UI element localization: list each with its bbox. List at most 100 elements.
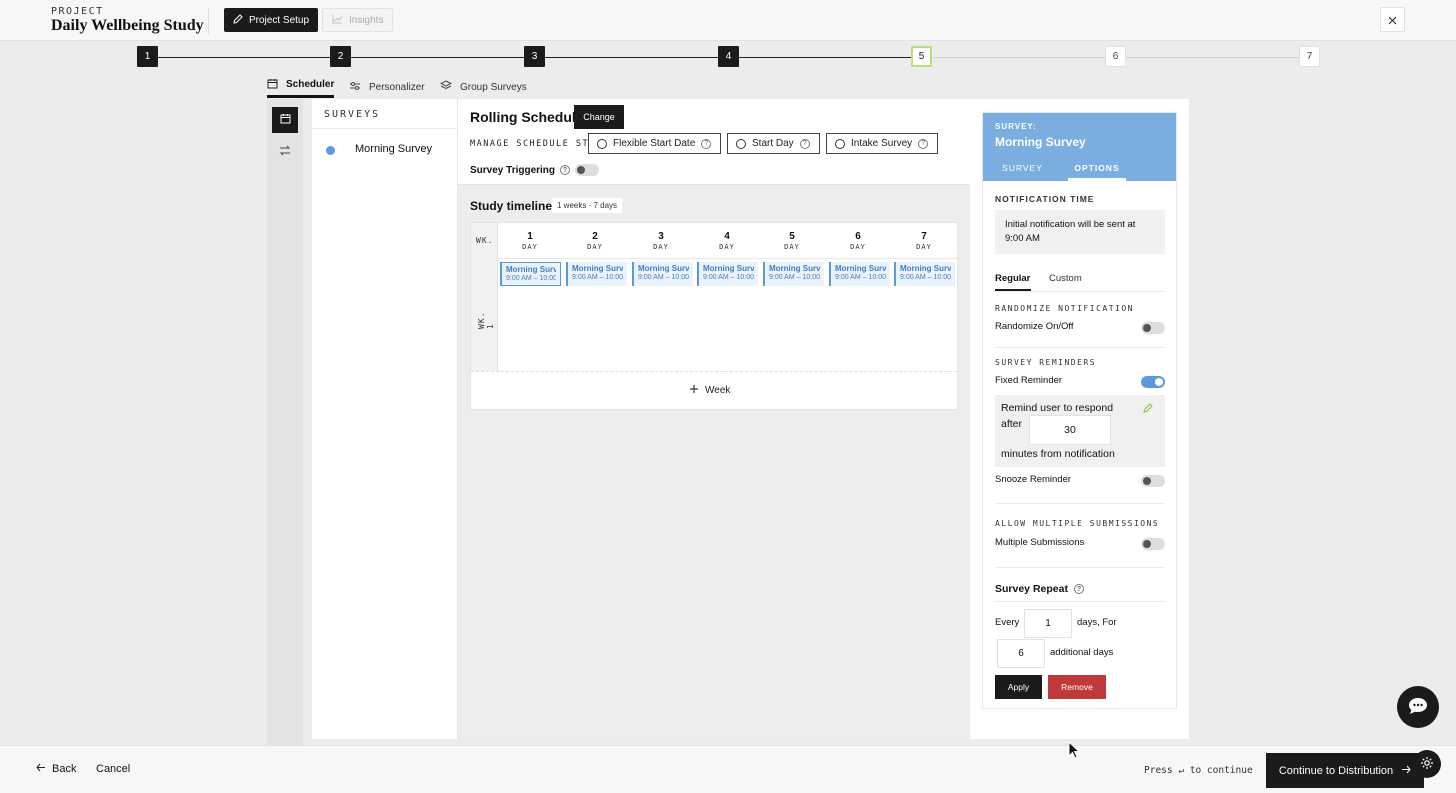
fixed-reminder-toggle[interactable]: [1141, 376, 1165, 388]
close-button[interactable]: [1380, 7, 1405, 32]
survey-triggering-label: Survey Triggering: [470, 164, 556, 176]
step-3[interactable]: 3: [524, 46, 545, 67]
tab-survey[interactable]: SURVEY: [995, 163, 1050, 181]
step-6[interactable]: 6: [1105, 46, 1126, 67]
change-schedule-button[interactable]: Change: [574, 105, 624, 129]
schedule-slot[interactable]: Morning Survey9:00 AM – 10:00 AM: [632, 262, 693, 286]
step-5[interactable]: 5: [911, 46, 932, 67]
project-name: Daily Wellbeing Study: [51, 17, 204, 34]
help-icon[interactable]: ?: [701, 138, 712, 149]
swap-icon: [279, 145, 291, 159]
step-7[interactable]: 7: [1299, 46, 1320, 67]
help-icon[interactable]: ?: [1073, 584, 1084, 594]
day-header: 4 DAY: [719, 231, 735, 251]
tab-custom[interactable]: Custom: [1049, 273, 1082, 284]
calendar-icon: [280, 113, 291, 127]
step-connector: [158, 57, 330, 58]
survey-item-morning[interactable]: Morning Survey: [355, 143, 432, 155]
calendar-icon: [267, 78, 278, 92]
multiple-submissions-toggle[interactable]: [1141, 538, 1165, 550]
divider: [995, 503, 1165, 504]
survey-label: SURVEY:: [995, 122, 1037, 131]
snooze-reminder-label: Snooze Reminder: [995, 474, 1072, 485]
repeat-every-input[interactable]: 1: [1024, 609, 1072, 638]
chat-button[interactable]: [1397, 686, 1439, 728]
radio-start-day[interactable]: Start Day ?: [727, 133, 820, 154]
survey-triggering-toggle[interactable]: [575, 164, 600, 176]
schedule-panel: Rolling Schedule Change MANAGE SCHEDULE …: [458, 99, 970, 739]
step-connector: [933, 57, 1105, 58]
step-2[interactable]: 2: [330, 46, 351, 67]
every-label: Every: [995, 617, 1020, 628]
edit-icon[interactable]: [1143, 403, 1153, 416]
remind-text: Remind user to respond: [1001, 402, 1114, 414]
top-header: PROJECT Daily Wellbeing Study Project Se…: [0, 0, 1456, 41]
back-button[interactable]: Back: [36, 763, 76, 775]
schedule-slot[interactable]: Morning Survey9:00 AM – 10:00 AM: [566, 262, 627, 286]
help-icon[interactable]: ?: [799, 138, 810, 149]
surveys-panel: SURVEYS Morning Survey: [312, 99, 458, 739]
apply-button[interactable]: Apply: [995, 675, 1042, 699]
randomize-section-label: RANDOMIZE NOTIFICATION: [995, 304, 1134, 313]
help-icon[interactable]: ?: [560, 165, 571, 175]
tab-group-surveys[interactable]: Group Surveys: [439, 76, 527, 98]
plus-icon: [689, 384, 699, 397]
day-header: 7 DAY: [916, 231, 932, 251]
additional-days-input[interactable]: 6: [997, 639, 1045, 668]
schedule-settings: Rolling Schedule Change MANAGE SCHEDULE …: [458, 99, 970, 185]
additional-days-label: additional days: [1050, 647, 1114, 658]
day-header: 6 DAY: [850, 231, 866, 251]
schedule-title: Rolling Schedule: [470, 109, 584, 125]
layers-icon: [439, 80, 453, 94]
chat-bubble-icon: [1408, 697, 1428, 718]
settings-button[interactable]: [1413, 750, 1441, 778]
schedule-slot[interactable]: Morning Survey9:00 AM – 10:00 AM: [894, 262, 955, 286]
radio-flexible-start-date[interactable]: Flexible Start Date ?: [588, 133, 721, 154]
radio-circle-icon: [597, 138, 607, 149]
back-label: Back: [52, 763, 77, 775]
add-week-button[interactable]: Week: [689, 384, 730, 397]
tab-group-surveys-label: Group Surveys: [460, 81, 527, 93]
help-icon[interactable]: ?: [918, 138, 929, 149]
tab-insights[interactable]: Insights: [322, 8, 394, 32]
tab-options[interactable]: OPTIONS: [1068, 163, 1126, 181]
step-connector: [545, 57, 718, 58]
randomize-toggle[interactable]: [1141, 322, 1165, 334]
multiple-section-label: ALLOW MULTIPLE SUBMISSIONS: [995, 519, 1160, 528]
step-1[interactable]: 1: [137, 46, 158, 67]
radio-intake-survey[interactable]: Intake Survey ?: [826, 133, 938, 154]
tab-regular[interactable]: Regular: [995, 273, 1031, 292]
cancel-button[interactable]: Cancel: [96, 763, 130, 775]
options-panel: SURVEY: Morning Survey SURVEY OPTIONS NO…: [970, 99, 1189, 739]
step-connector: [351, 57, 524, 58]
days-for-label: days, For: [1077, 617, 1117, 628]
schedule-slot[interactable]: Morning Survey9:00 AM – 10:00 AM: [763, 262, 824, 286]
remove-button[interactable]: Remove: [1048, 675, 1106, 699]
tab-project-setup[interactable]: Project Setup: [224, 8, 319, 32]
header-divider: [208, 8, 209, 34]
snooze-reminder-toggle[interactable]: [1141, 475, 1165, 487]
notification-time-label: NOTIFICATION TIME: [995, 194, 1095, 204]
schedule-slot[interactable]: Morning Survey9:00 AM – 10:00 AM: [500, 262, 561, 286]
survey-name: Morning Survey: [995, 135, 1086, 149]
survey-repeat-title: Survey Repeat ?: [995, 583, 1084, 595]
divider: [995, 347, 1165, 348]
schedule-slot[interactable]: Morning Survey9:00 AM – 10:00 AM: [697, 262, 758, 286]
week-column: WK. WK. 1: [471, 223, 498, 371]
schedule-slot[interactable]: Morning Survey9:00 AM – 10:00 AM: [829, 262, 890, 286]
swap-view-button[interactable]: [272, 139, 298, 165]
tab-scheduler[interactable]: Scheduler: [267, 76, 335, 98]
tab-scheduler-label: Scheduler: [286, 79, 335, 90]
add-week-label: Week: [705, 385, 731, 396]
divider: [995, 567, 1165, 568]
radio-circle-icon: [835, 138, 845, 149]
step-4[interactable]: 4: [718, 46, 739, 67]
study-timeline-title: Study timeline: [470, 199, 553, 213]
tab-personalizer[interactable]: Personalizer: [349, 76, 425, 98]
multiple-submissions-label: Multiple Submissions: [995, 537, 1085, 548]
calendar-view-button[interactable]: [272, 107, 298, 133]
tab-project-setup-label: Project Setup: [249, 14, 310, 26]
continue-button[interactable]: Continue to Distribution: [1266, 753, 1424, 788]
arrow-right-icon: [1401, 765, 1411, 777]
reminder-minutes-input[interactable]: 30: [1029, 415, 1111, 445]
